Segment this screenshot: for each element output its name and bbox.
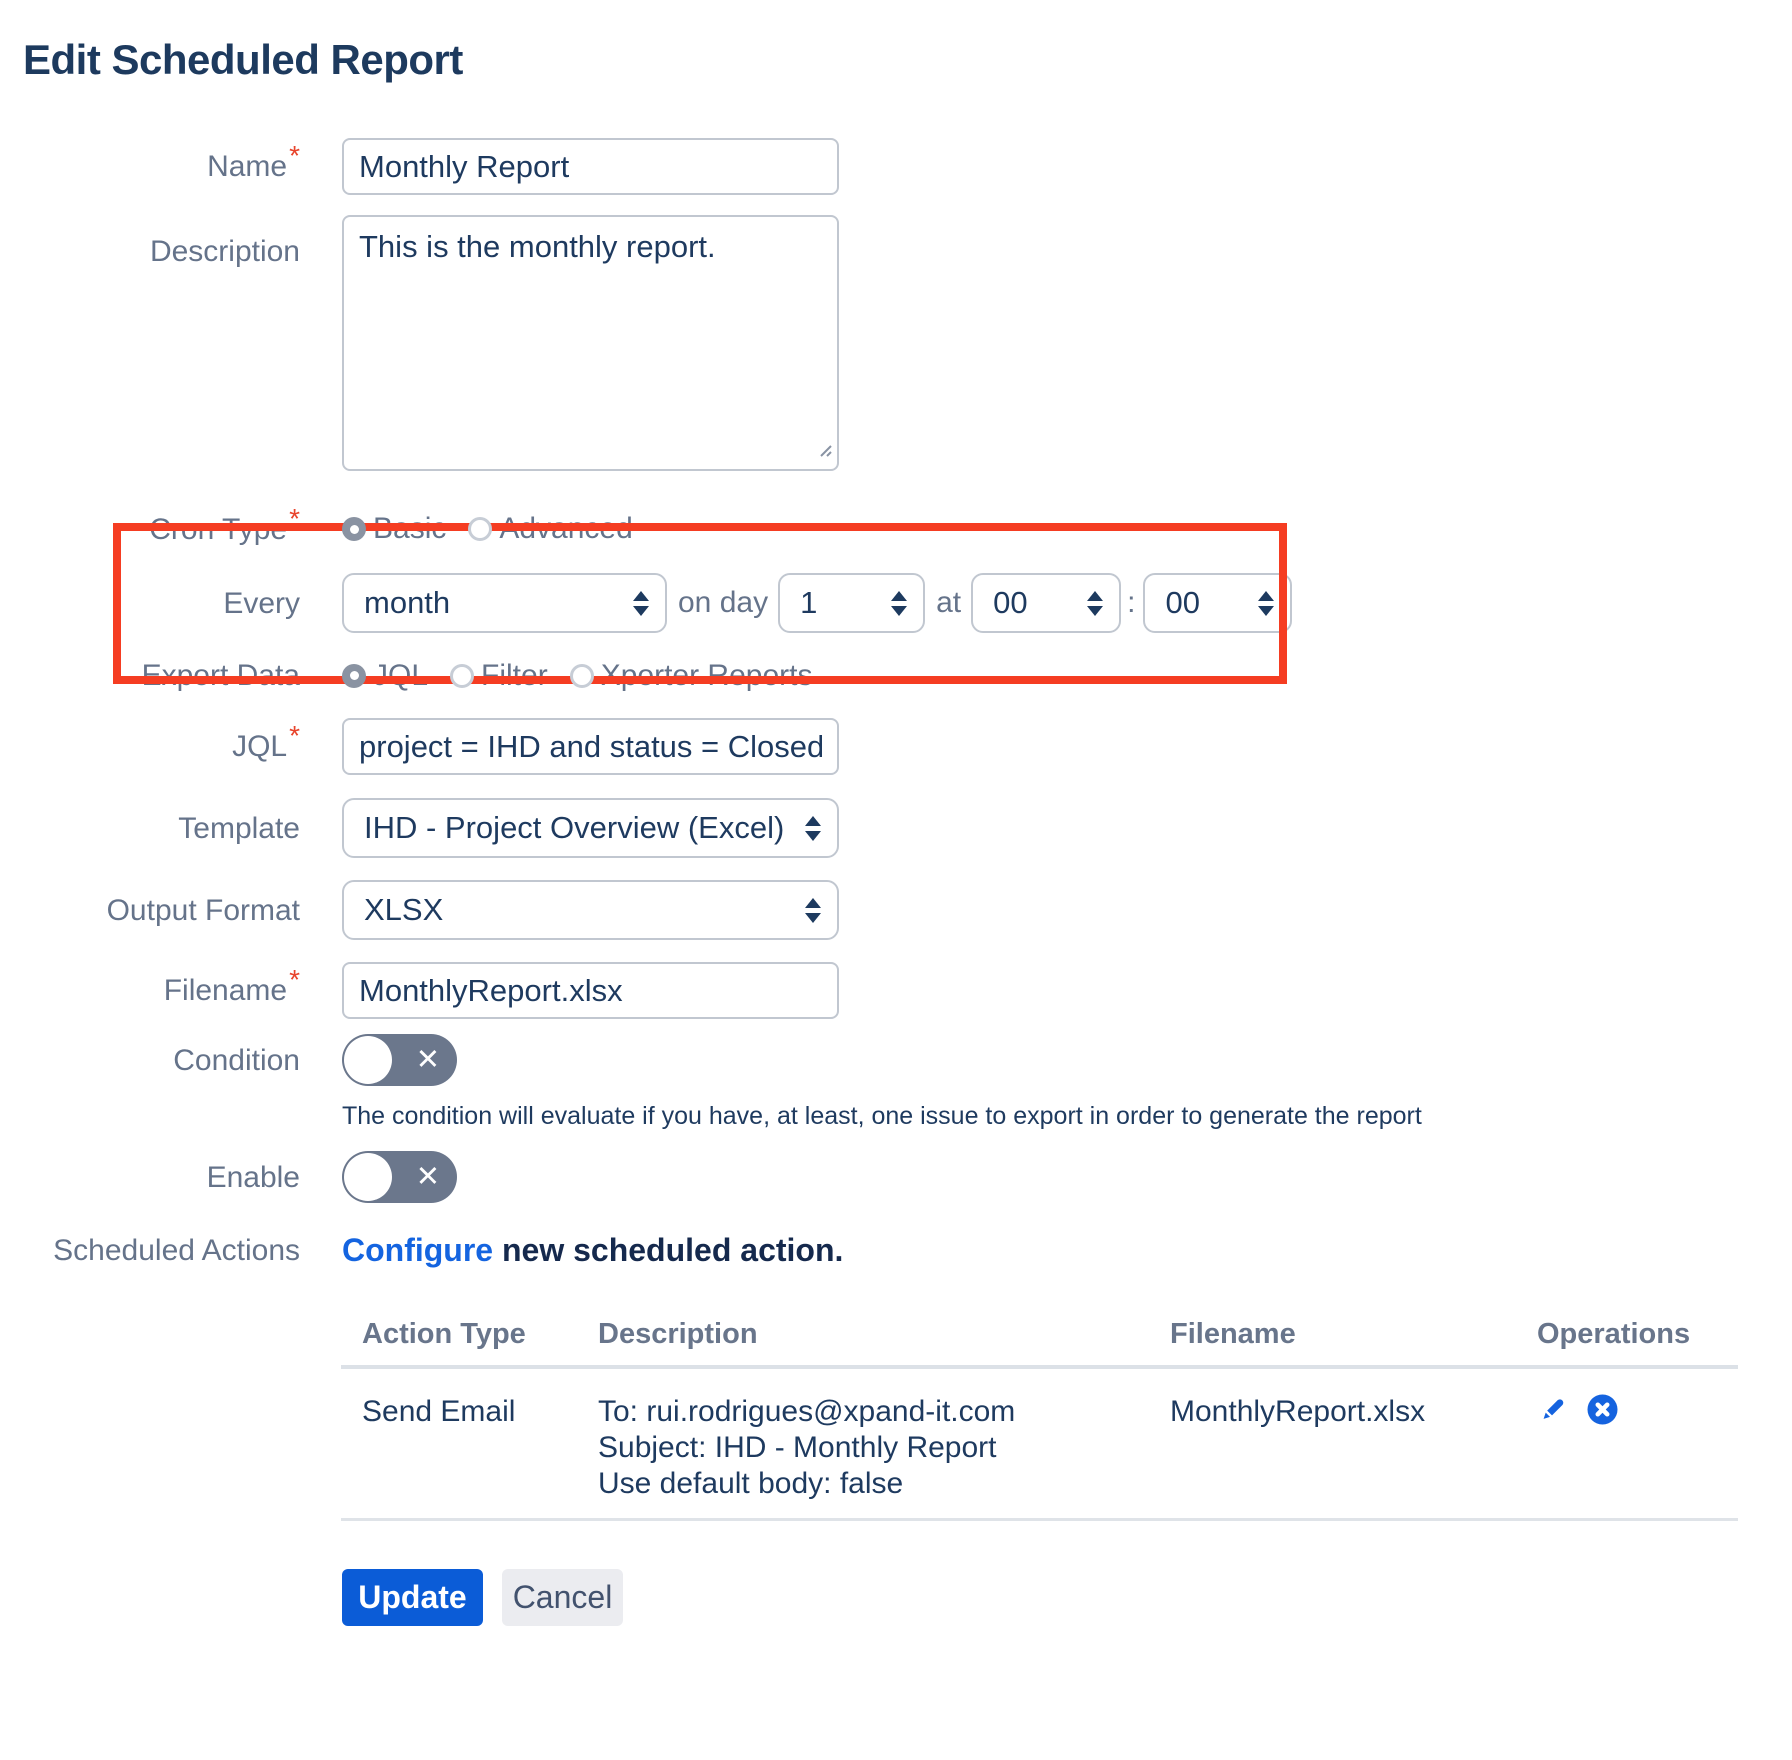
page-title: Edit Scheduled Report: [23, 36, 1792, 84]
export-option-jql[interactable]: JQL: [342, 659, 428, 693]
export-option-filter[interactable]: Filter: [450, 659, 548, 693]
cron-type-row: Cron Type* Basic Advanced: [0, 511, 1792, 547]
cell-operations: [1537, 1394, 1738, 1502]
condition-row: Condition The condition will evaluate if…: [0, 1034, 1792, 1131]
jql-label: JQL*: [0, 728, 300, 765]
description-textarea[interactable]: This is the monthly report.: [342, 215, 839, 471]
enable-row: Enable: [0, 1151, 1792, 1203]
template-select[interactable]: IHD - Project Overview (Excel): [342, 798, 839, 858]
header-action-type: Action Type: [341, 1319, 598, 1349]
at-text: at: [936, 586, 961, 620]
template-label: Template: [0, 810, 300, 847]
table-header-row: Action Type Description Filename Operati…: [341, 1319, 1738, 1369]
select-stepper-icon: [1258, 591, 1274, 616]
edit-pencil-icon[interactable]: [1537, 1394, 1567, 1433]
scheduled-actions-row: Scheduled Actions Configure new schedule…: [0, 1231, 1792, 1269]
condition-toggle-off[interactable]: [342, 1034, 457, 1086]
radio-unselected-icon[interactable]: [468, 517, 492, 541]
radio-selected-icon[interactable]: [342, 664, 366, 688]
form-buttons: Update Cancel: [342, 1569, 1792, 1626]
header-operations: Operations: [1537, 1319, 1738, 1349]
day-select[interactable]: 1: [778, 573, 925, 633]
output-format-label: Output Format: [0, 892, 300, 929]
select-stepper-icon: [805, 898, 821, 923]
every-label: Every: [0, 585, 300, 622]
select-stepper-icon: [805, 816, 821, 841]
cancel-button[interactable]: Cancel: [502, 1569, 623, 1626]
configure-text: new scheduled action.: [502, 1232, 843, 1269]
filename-input[interactable]: [342, 962, 839, 1019]
radio-selected-icon[interactable]: [342, 517, 366, 541]
cell-description: To: rui.rodrigues@xpand-it.com Subject: …: [598, 1394, 1170, 1502]
filename-row: Filename*: [0, 962, 1792, 1019]
interval-select[interactable]: month: [342, 573, 667, 633]
radio-unselected-icon[interactable]: [570, 664, 594, 688]
export-data-label: Export Data: [0, 657, 300, 694]
required-asterisk: *: [289, 503, 300, 534]
scheduled-actions-label: Scheduled Actions: [0, 1232, 300, 1269]
name-input[interactable]: [342, 138, 839, 195]
time-separator: :: [1127, 586, 1135, 620]
output-format-row: Output Format XLSX: [0, 880, 1792, 940]
filename-label: Filename*: [0, 972, 300, 1009]
table-row: Send Email To: rui.rodrigues@xpand-it.co…: [341, 1369, 1738, 1521]
condition-label: Condition: [0, 1034, 300, 1079]
scheduled-actions-table: Action Type Description Filename Operati…: [341, 1319, 1738, 1521]
description-line: Subject: IHD - Monthly Report: [598, 1430, 1170, 1466]
export-data-row: Export Data JQL Filter Xporter Reports: [0, 657, 1792, 694]
every-row: Every month on day 1 at 00 : 00: [0, 573, 1792, 633]
configure-link[interactable]: Configure: [342, 1232, 493, 1269]
minute-select[interactable]: 00: [1143, 573, 1292, 633]
cell-action-type: Send Email: [341, 1394, 598, 1502]
description-line: To: rui.rodrigues@xpand-it.com: [598, 1394, 1170, 1430]
required-asterisk: *: [289, 720, 300, 751]
jql-row: JQL*: [0, 718, 1792, 775]
template-row: Template IHD - Project Overview (Excel): [0, 798, 1792, 858]
required-asterisk: *: [289, 140, 300, 171]
select-stepper-icon: [633, 591, 649, 616]
header-description: Description: [598, 1319, 1170, 1349]
condition-help-text: The condition will evaluate if you have,…: [342, 1102, 1422, 1131]
description-row: Description This is the monthly report.: [0, 215, 1792, 471]
cron-type-option-basic[interactable]: Basic: [342, 512, 446, 546]
name-row: Name*: [0, 138, 1792, 195]
update-button[interactable]: Update: [342, 1569, 483, 1626]
hour-select[interactable]: 00: [971, 573, 1121, 633]
enable-label: Enable: [0, 1159, 300, 1196]
select-stepper-icon: [1087, 591, 1103, 616]
header-filename: Filename: [1170, 1319, 1537, 1349]
resize-grip-icon[interactable]: [817, 442, 833, 463]
select-stepper-icon: [891, 591, 907, 616]
delete-x-circle-icon[interactable]: [1587, 1394, 1618, 1434]
cell-filename: MonthlyReport.xlsx: [1170, 1394, 1537, 1502]
on-day-text: on day: [678, 586, 768, 620]
enable-toggle-off[interactable]: [342, 1151, 457, 1203]
radio-unselected-icon[interactable]: [450, 664, 474, 688]
cron-type-label: Cron Type*: [0, 511, 300, 548]
jql-input[interactable]: [342, 718, 839, 775]
export-option-xporter-reports[interactable]: Xporter Reports: [570, 659, 813, 693]
required-asterisk: *: [289, 964, 300, 995]
description-line: Use default body: false: [598, 1466, 1170, 1502]
output-format-select[interactable]: XLSX: [342, 880, 839, 940]
cron-type-option-advanced[interactable]: Advanced: [468, 512, 632, 546]
edit-scheduled-report-page: Edit Scheduled Report Name* Description …: [0, 36, 1792, 1760]
description-label: Description: [0, 215, 300, 270]
name-label: Name*: [0, 148, 300, 185]
